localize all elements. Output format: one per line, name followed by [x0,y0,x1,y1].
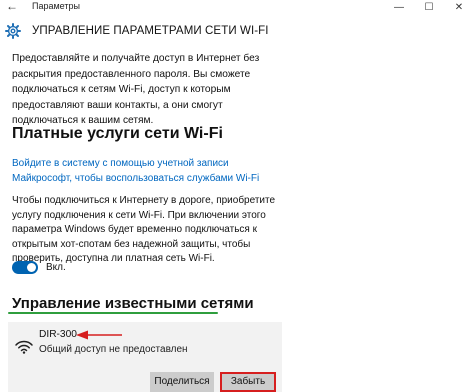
forget-button[interactable]: Забыть [220,372,276,392]
back-arrow-icon[interactable]: ← [6,0,22,14]
toggle-knob [27,263,36,272]
known-networks-heading: Управление известными сетями [12,295,254,312]
paid-wifi-toggle[interactable] [12,261,38,274]
gear-icon [5,23,21,39]
microsoft-signin-link[interactable]: Войдите в систему с помощью учетной запи… [12,157,282,186]
close-button[interactable]: ✕ [444,0,474,14]
network-name: DIR-300 [39,329,77,340]
paid-services-heading: Платные услуги сети Wi-Fi [12,125,223,142]
window-titlebar: ← Параметры — ☐ ✕ [0,0,474,14]
page-header: УПРАВЛЕНИЕ ПАРАМЕТРАМИ СЕТИ WI-FI [0,17,474,43]
page-title: УПРАВЛЕНИЕ ПАРАМЕТРАМИ СЕТИ WI-FI [32,25,269,37]
wifi-signal-icon [15,340,33,354]
window-title: Параметры [32,1,80,11]
paid-services-description: Чтобы подключиться к Интернету в дороге,… [12,195,276,264]
minimize-button[interactable]: — [384,0,414,14]
annotation-arrow-icon [76,330,122,340]
toggle-state-label: Вкл. [46,262,66,273]
intro-text: Предоставляйте и получайте доступ в Инте… [12,53,260,126]
share-button[interactable]: Поделиться [150,372,214,392]
maximize-button[interactable]: ☐ [414,0,444,14]
annotation-underline [8,312,218,314]
network-status: Общий доступ не предоставлен [39,344,188,355]
window-controls: — ☐ ✕ [384,0,474,14]
